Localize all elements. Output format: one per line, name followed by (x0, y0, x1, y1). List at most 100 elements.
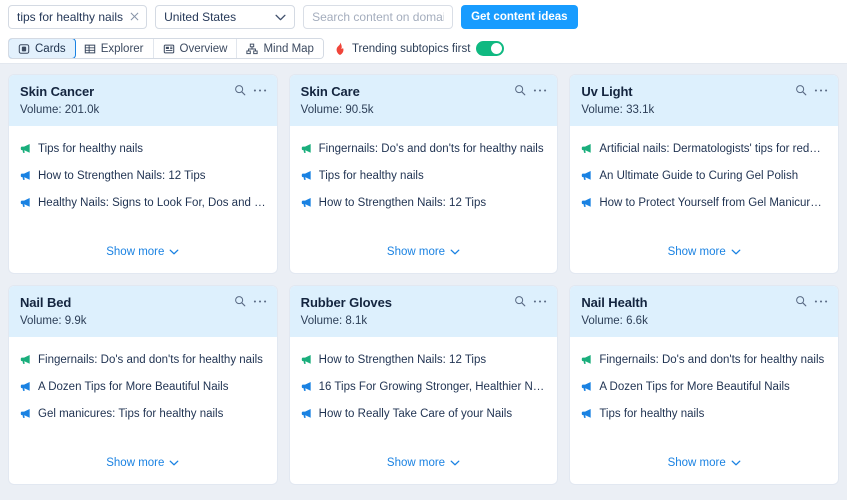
megaphone-blue-icon (301, 381, 312, 392)
content-idea-row[interactable]: How to Strengthen Nails: 12 Tips (20, 169, 266, 183)
content-idea-text: Fingernails: Do's and don'ts for healthy… (38, 353, 266, 367)
card-header: Rubber GlovesVolume: 8.1k (290, 286, 558, 337)
megaphone-blue-icon (20, 170, 31, 181)
content-idea-row[interactable]: Gel manicures: Tips for healthy nails (20, 407, 266, 421)
card-title: Nail Bed (20, 295, 266, 310)
content-idea-text: A Dozen Tips for More Beautiful Nails (38, 380, 266, 394)
search-icon[interactable] (795, 295, 807, 307)
card-body: Tips for healthy nails How to Strengthen … (9, 126, 277, 273)
content-idea-row[interactable]: Artificial nails: Dermatologists' tips f… (581, 142, 827, 156)
content-idea-row[interactable]: Tips for healthy nails (301, 169, 547, 183)
megaphone-blue-icon (301, 408, 312, 419)
view-toolbar: Cards Explorer Overview Mi (0, 34, 847, 64)
topic-cards-grid: Skin CancerVolume: 201.0kTips for health… (0, 64, 847, 493)
more-options-icon[interactable] (814, 299, 828, 304)
show-more-label: Show more (668, 457, 726, 469)
content-idea-row[interactable]: How to Protect Yourself from Gel Manicur… (581, 196, 827, 210)
search-icon[interactable] (514, 84, 526, 96)
more-options-icon[interactable] (533, 88, 547, 93)
country-select-value: United States (164, 10, 236, 24)
card-header: Nail BedVolume: 9.9k (9, 286, 277, 337)
flame-icon (334, 42, 346, 56)
content-idea-row[interactable]: A Dozen Tips for More Beautiful Nails (20, 380, 266, 394)
cards-icon (18, 43, 30, 55)
megaphone-green-icon (20, 354, 31, 365)
content-idea-row[interactable]: Fingernails: Do's and don'ts for healthy… (301, 142, 547, 156)
content-idea-text: How to Strengthen Nails: 12 Tips (319, 196, 547, 210)
topic-card: Skin CareVolume: 90.5k Fingernails: Do's … (289, 74, 559, 274)
content-idea-row[interactable]: Fingernails: Do's and don'ts for healthy… (581, 353, 827, 367)
card-header: Uv LightVolume: 33.1k (570, 75, 838, 126)
get-content-ideas-button[interactable]: Get content ideas (461, 5, 578, 29)
content-idea-row[interactable]: Fingernails: Do's and don'ts for healthy… (20, 353, 266, 367)
show-more-button[interactable]: Show more (20, 246, 266, 273)
topic-card: Rubber GlovesVolume: 8.1k How to Strength… (289, 285, 559, 485)
content-idea-row[interactable]: Tips for healthy nails (581, 407, 827, 421)
content-idea-row[interactable]: How to Strengthen Nails: 12 Tips (301, 196, 547, 210)
card-header: Skin CancerVolume: 201.0k (9, 75, 277, 126)
table-icon (84, 43, 96, 55)
tab-explorer-label: Explorer (101, 43, 144, 55)
card-header-actions (795, 295, 828, 307)
content-idea-text: A Dozen Tips for More Beautiful Nails (599, 380, 827, 394)
domain-search-input[interactable] (303, 5, 453, 29)
more-options-icon[interactable] (253, 88, 267, 93)
content-idea-text: An Ultimate Guide to Curing Gel Polish (599, 169, 827, 183)
content-idea-text: Gel manicures: Tips for healthy nails (38, 407, 266, 421)
card-header-actions (795, 84, 828, 96)
content-idea-text: Fingernails: Do's and don'ts for healthy… (319, 142, 547, 156)
tab-cards-label: Cards (35, 43, 66, 55)
content-idea-text: Tips for healthy nails (599, 407, 827, 421)
more-options-icon[interactable] (533, 299, 547, 304)
content-idea-row[interactable]: How to Really Take Care of your Nails (301, 407, 547, 421)
megaphone-green-icon (20, 143, 31, 154)
content-idea-row[interactable]: A Dozen Tips for More Beautiful Nails (581, 380, 827, 394)
megaphone-blue-icon (20, 197, 31, 208)
show-more-button[interactable]: Show more (581, 246, 827, 273)
content-idea-text: How to Protect Yourself from Gel Manicur… (599, 196, 827, 210)
search-icon[interactable] (795, 84, 807, 96)
content-idea-text: How to Strengthen Nails: 12 Tips (38, 169, 266, 183)
tab-explorer[interactable]: Explorer (75, 39, 154, 58)
content-idea-row[interactable]: 16 Tips For Growing Stronger, Healthier … (301, 380, 547, 394)
tab-cards[interactable]: Cards (8, 38, 76, 59)
view-tabs: Cards Explorer Overview Mi (8, 38, 324, 59)
show-more-button[interactable]: Show more (20, 457, 266, 484)
trending-subtopics-toggle[interactable] (476, 41, 504, 56)
content-idea-text: How to Really Take Care of your Nails (319, 407, 547, 421)
chevron-down-icon (731, 460, 741, 466)
content-idea-row[interactable]: Tips for healthy nails (20, 142, 266, 156)
card-header: Skin CareVolume: 90.5k (290, 75, 558, 126)
megaphone-green-icon (301, 143, 312, 154)
megaphone-blue-icon (581, 408, 592, 419)
content-idea-row[interactable]: How to Strengthen Nails: 12 Tips (301, 353, 547, 367)
search-icon[interactable] (234, 84, 246, 96)
show-more-button[interactable]: Show more (301, 246, 547, 273)
search-icon[interactable] (234, 295, 246, 307)
megaphone-blue-icon (581, 197, 592, 208)
content-idea-row[interactable]: An Ultimate Guide to Curing Gel Polish (581, 169, 827, 183)
topic-card: Nail HealthVolume: 6.6k Fingernails: Do's… (569, 285, 839, 485)
megaphone-blue-icon (581, 381, 592, 392)
clear-keyword-icon[interactable] (129, 11, 140, 23)
toggle-knob (491, 43, 502, 54)
card-header-actions (514, 295, 547, 307)
show-more-label: Show more (387, 246, 445, 258)
card-header: Nail HealthVolume: 6.6k (570, 286, 838, 337)
show-more-button[interactable]: Show more (581, 457, 827, 484)
content-idea-row[interactable]: Healthy Nails: Signs to Look For, Dos an… (20, 196, 266, 210)
chevron-down-icon (731, 249, 741, 255)
more-options-icon[interactable] (814, 88, 828, 93)
card-volume: Volume: 201.0k (20, 104, 266, 116)
tab-mind-map[interactable]: Mind Map (237, 39, 323, 58)
chevron-down-icon (450, 249, 460, 255)
search-icon[interactable] (514, 295, 526, 307)
trending-subtopics-control: Trending subtopics first (334, 41, 504, 56)
close-icon (130, 12, 139, 21)
country-select[interactable]: United States (155, 5, 295, 29)
show-more-button[interactable]: Show more (301, 457, 547, 484)
show-more-label: Show more (387, 457, 445, 469)
keyword-field[interactable]: tips for healthy nails (8, 5, 147, 29)
more-options-icon[interactable] (253, 299, 267, 304)
tab-overview[interactable]: Overview (154, 39, 238, 58)
